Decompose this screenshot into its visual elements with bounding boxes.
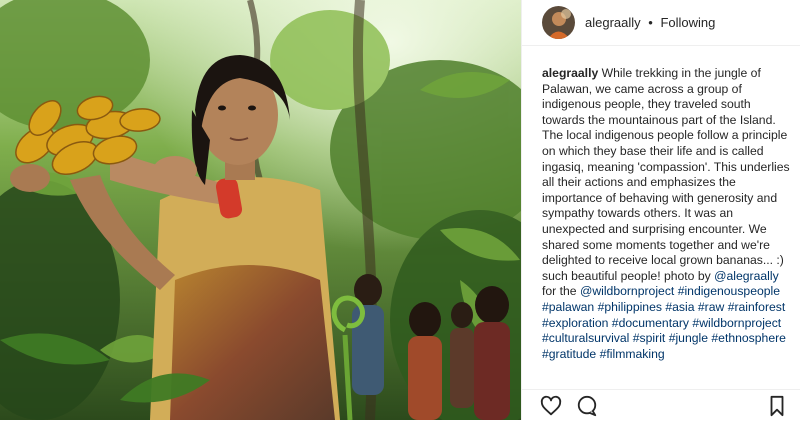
action-bar	[522, 389, 800, 420]
hashtag[interactable]: #asia	[665, 300, 694, 314]
bookmark-icon[interactable]	[766, 395, 788, 417]
hashtag[interactable]: #raw	[698, 300, 724, 314]
hashtag[interactable]: #culturalsurvival	[542, 331, 629, 345]
caption-username[interactable]: alegraally	[542, 66, 598, 80]
post-photo[interactable]	[0, 0, 521, 420]
caption-mention[interactable]: @alegraally	[714, 269, 779, 283]
hashtag[interactable]: #indigenouspeople	[678, 284, 780, 298]
hashtag[interactable]: #wildbornproject	[692, 316, 781, 330]
follow-status[interactable]: Following	[660, 15, 715, 30]
hashtag[interactable]: #exploration	[542, 316, 608, 330]
caption-body-2: for the	[542, 284, 577, 299]
hashtag[interactable]: #ethnosphere	[711, 331, 786, 345]
post-side-panel: alegraally • Following alegraally While …	[521, 0, 800, 420]
hashtag[interactable]: #philippines	[598, 300, 662, 314]
hashtag[interactable]: #spirit	[633, 331, 666, 345]
hashtag[interactable]: #documentary	[612, 316, 689, 330]
comment-bubble-icon[interactable]	[576, 395, 598, 417]
caption-area: alegraally While trekking in the jungle …	[542, 66, 794, 388]
post-header-text: alegraally • Following	[585, 15, 715, 30]
instagram-post: alegraally • Following alegraally While …	[0, 0, 800, 420]
post-header: alegraally • Following	[522, 0, 800, 46]
caption-text: alegraally While trekking in the jungle …	[542, 66, 794, 362]
hashtag[interactable]: #jungle	[669, 331, 708, 345]
header-username[interactable]: alegraally	[585, 15, 641, 30]
heart-outline-icon[interactable]	[540, 395, 562, 417]
hashtag[interactable]: #filmmaking	[600, 347, 665, 361]
hashtag[interactable]: @wildbornproject	[580, 284, 674, 298]
header-separator: •	[648, 15, 653, 30]
jungle-photo-illustration	[0, 0, 521, 420]
caption-body: While trekking in the jungle of Palawan,…	[542, 66, 790, 283]
hashtag[interactable]: #gratitude	[542, 347, 596, 361]
avatar[interactable]	[542, 6, 575, 39]
hashtag[interactable]: #palawan	[542, 300, 594, 314]
hashtag[interactable]: #rainforest	[728, 300, 786, 314]
